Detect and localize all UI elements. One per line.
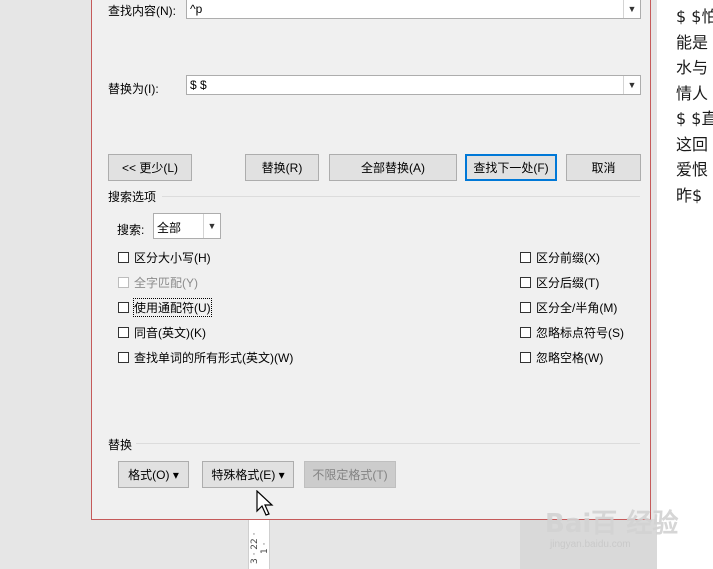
document-text: $ $怕 能是 水与 情人 $ $直 这回 爱恨 昨$ <box>676 4 713 208</box>
document-line: 这回 <box>676 134 709 154</box>
document-line: $ $怕 <box>676 7 713 26</box>
checkbox-box[interactable] <box>520 277 531 288</box>
cancel-button[interactable]: 取消 <box>566 154 641 181</box>
find-replace-dialog: 查找内容(N): ^p ▼ 替换为(I): $ $ ▼ << 更少(L) 替换(… <box>91 0 651 520</box>
checkbox-label: 使用通配符(U) <box>133 298 212 317</box>
match-suffix-checkbox[interactable]: 区分后缀(T) <box>520 274 599 291</box>
search-direction-value: 全部 <box>157 221 182 235</box>
checkbox-box[interactable] <box>118 302 129 313</box>
document-line: 水与 <box>676 58 709 77</box>
checkbox-box[interactable] <box>520 302 531 313</box>
checkbox-box[interactable] <box>118 327 129 338</box>
match-prefix-checkbox[interactable]: 区分前缀(X) <box>520 249 600 266</box>
checkbox-label: 区分后缀(T) <box>536 276 600 290</box>
document-line: $ $直 <box>676 109 713 128</box>
mouse-pointer-icon <box>256 490 274 516</box>
checkbox-box[interactable] <box>118 352 129 363</box>
find-label: 查找内容(N): <box>108 4 176 18</box>
watermark: Bai百 经验 jingyan.baidu.com <box>545 503 705 563</box>
no-formatting-button: 不限定格式(T) <box>304 461 396 488</box>
checkbox-label: 区分大小写(H) <box>134 251 211 265</box>
document-line: 情人 <box>676 83 709 103</box>
checkbox-box[interactable] <box>520 352 531 363</box>
divider <box>162 196 640 197</box>
watermark-url: jingyan.baidu.com <box>550 539 631 550</box>
all-word-forms-checkbox[interactable]: 查找单词的所有形式(英文)(W) <box>118 349 293 366</box>
match-width-checkbox[interactable]: 区分全/半角(M) <box>520 299 617 316</box>
search-options-title: 搜索选项 <box>108 190 157 204</box>
less-button[interactable]: << 更少(L) <box>108 154 192 181</box>
replace-all-button[interactable]: 全部替换(A) <box>329 154 457 181</box>
format-button[interactable]: 格式(O) ▾ <box>118 461 189 488</box>
ruler-numbers: 3 · 22 · 1 · <box>250 532 270 564</box>
match-case-checkbox[interactable]: 区分大小写(H) <box>118 249 211 266</box>
checkbox-label: 区分全/半角(M) <box>536 301 618 315</box>
checkbox-box[interactable] <box>520 252 531 263</box>
checkbox-box <box>118 277 129 288</box>
replace-input[interactable]: $ $ <box>190 78 207 92</box>
replace-button[interactable]: 替换(R) <box>245 154 319 181</box>
chevron-down-icon[interactable]: ▼ <box>623 0 640 18</box>
ignore-whitespace-checkbox[interactable]: 忽略空格(W) <box>520 349 603 366</box>
find-next-button[interactable]: 查找下一处(F) <box>465 154 557 181</box>
search-direction-select[interactable]: 全部 ▼ <box>153 213 221 239</box>
divider <box>136 443 640 444</box>
replace-label: 替换为(I): <box>108 82 159 96</box>
whole-word-checkbox: 全字匹配(Y) <box>118 274 198 291</box>
find-combobox[interactable]: ^p ▼ <box>186 0 641 19</box>
checkbox-label: 全字匹配(Y) <box>134 276 198 290</box>
replace-section-title: 替换 <box>108 438 133 452</box>
replace-combobox[interactable]: $ $ ▼ <box>186 75 641 95</box>
checkbox-box[interactable] <box>118 252 129 263</box>
checkbox-label: 区分前缀(X) <box>536 251 600 265</box>
checkbox-label: 忽略标点符号(S) <box>536 326 624 340</box>
sounds-like-checkbox[interactable]: 同音(英文)(K) <box>118 324 206 341</box>
checkbox-label: 同音(英文)(K) <box>134 326 206 340</box>
ignore-punctuation-checkbox[interactable]: 忽略标点符号(S) <box>520 324 624 341</box>
document-line: 能是 <box>676 32 709 52</box>
document-line: 昨$ <box>676 185 703 205</box>
checkbox-label: 忽略空格(W) <box>536 351 604 365</box>
checkbox-box[interactable] <box>520 327 531 338</box>
special-format-button[interactable]: 特殊格式(E) ▾ <box>202 461 294 488</box>
chevron-down-icon[interactable]: ▼ <box>203 214 220 238</box>
search-direction-label: 搜索: <box>117 223 145 237</box>
chevron-down-icon[interactable]: ▼ <box>623 76 640 94</box>
watermark-logo: Bai百 经验 <box>545 509 679 539</box>
document-line: 爱恨 <box>676 160 709 179</box>
use-wildcards-checkbox[interactable]: 使用通配符(U) <box>118 298 212 317</box>
checkbox-label: 查找单词的所有形式(英文)(W) <box>134 351 294 365</box>
find-input[interactable]: ^p <box>190 2 202 16</box>
